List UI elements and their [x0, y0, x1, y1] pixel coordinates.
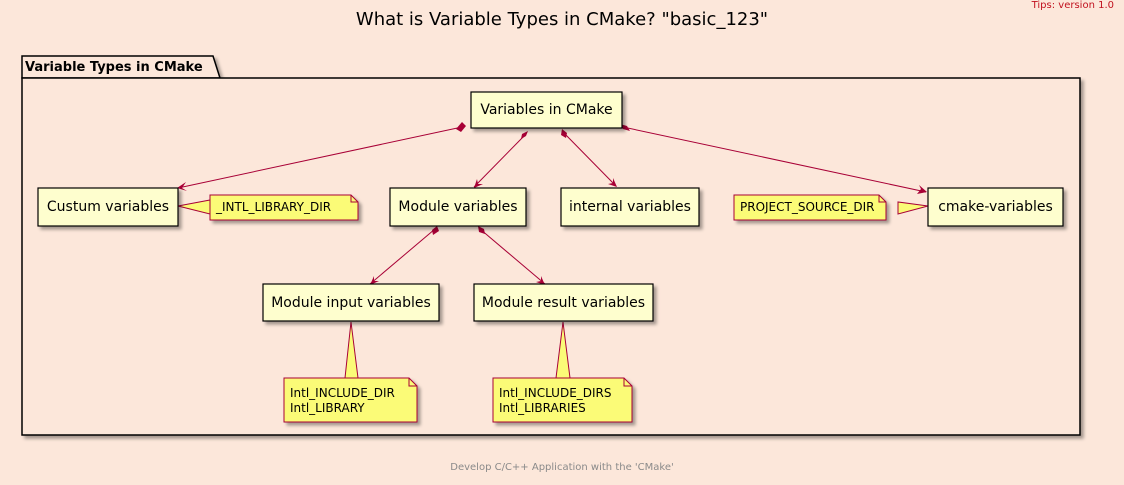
node-custum-variables: Custum variables: [46, 199, 170, 215]
footer-caption: Develop C/C++ Application with the 'CMak…: [450, 462, 674, 473]
note-input-line-1: Intl_INCLUDE_DIR: [290, 386, 395, 400]
node-module-result-variables: Module result variables: [481, 294, 646, 311]
node-cmake-variables: cmake-variables: [938, 199, 1053, 215]
note-input-box: [283, 377, 418, 423]
note-result-line-1: Intl_INCLUDE_DIRS: [499, 386, 612, 400]
note-result-line-2: Intl_LIBRARIES: [499, 401, 586, 415]
diagram-title: What is Variable Types in CMake? "basic_…: [355, 9, 769, 30]
node-variables-in-cmake: Variables in CMake: [480, 102, 613, 118]
note-intl-library-dir: _INTL_LIBRARY_DIR: [216, 200, 332, 214]
node-module-variables: Module variables: [398, 199, 518, 215]
tips-version-label: Tips: version 1.0: [1031, 0, 1114, 11]
node-internal-variables: internal variables: [569, 199, 691, 215]
node-module-input-variables: Module input variables: [271, 294, 431, 311]
note-input-line-2: Intl_LIBRARY: [290, 401, 365, 415]
note-result-box: [492, 377, 633, 423]
package-label: Variable Types in CMake: [25, 60, 203, 75]
note-project-source-dir: PROJECT_SOURCE_DIR: [740, 200, 875, 214]
